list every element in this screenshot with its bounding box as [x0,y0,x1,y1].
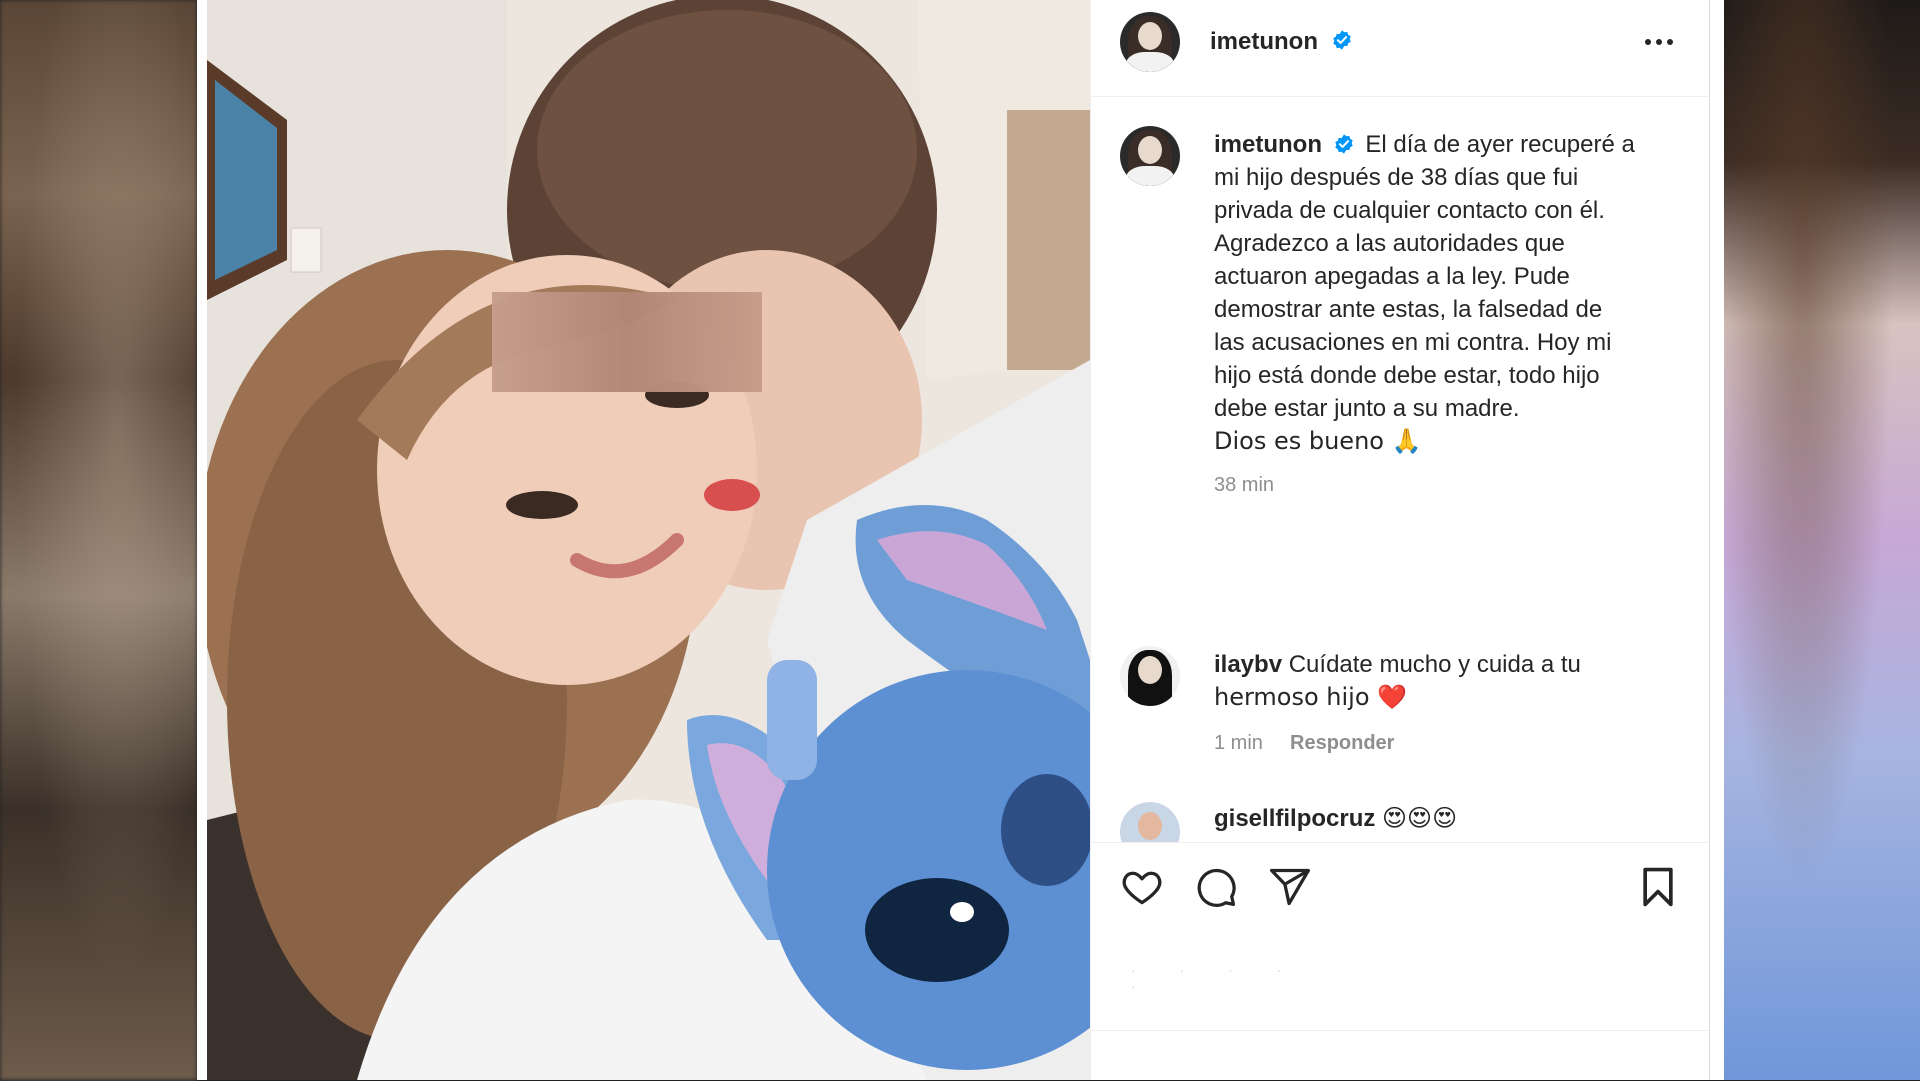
caption-username[interactable]: imetunon [1214,131,1322,158]
caption-line-3: privada de cualquier contacto con él. [1214,197,1605,224]
comment-timestamp[interactable]: 1 min [1214,732,1263,755]
author-avatar[interactable] [1120,12,1180,72]
post-action-bar [1091,842,1709,927]
caption-line-10: Dios es bueno 🙏 [1214,427,1422,455]
verified-badge-icon [1333,30,1351,50]
caption-line-8: hijo está donde debe estar, todo hijo [1214,362,1600,389]
post-header: imetunon [1091,0,1709,97]
comment-icon[interactable] [1194,865,1238,909]
caption-line-4: Agradezco a las autoridades que [1214,230,1565,257]
caption-line-2: mi hijo después de 38 días que fui [1214,164,1579,191]
more-options-icon[interactable] [1639,30,1679,54]
caption-line-1: El día de ayer recuperé a [1365,131,1635,158]
blurred-background-right [1724,0,1920,1080]
comments-list: ilaybv Cuídate mucho y cuida a tu hermos… [1091,620,1709,842]
post-photo [207,0,1090,1080]
post-caption: imetunon El día de ayer recuperé a mi hi… [1214,128,1679,458]
author-username[interactable]: imetunon [1210,28,1318,56]
caption-line-6: demostrar ante estas, la falsedad de [1214,296,1603,323]
likes-placeholder: · · · · · [1131,962,1302,994]
caption-verified-badge-icon [1334,134,1353,154]
comment-body: ilaybv Cuídate mucho y cuida a tu hermos… [1214,648,1679,714]
add-comment-bar[interactable] [1091,1030,1709,1081]
comment-username[interactable]: gisellfilpocruz [1214,805,1375,832]
caption-line-7: las acusaciones en mi contra. Hoy mi [1214,329,1612,356]
post-timestamp[interactable]: 38 min [1214,474,1274,497]
bookmark-icon[interactable] [1636,865,1680,909]
send-icon[interactable] [1268,865,1312,909]
blurred-background-left [0,0,197,1080]
selfie-photo-illustration [207,0,1090,1080]
caption-line-5: actuaron apegadas a la ley. Pude [1214,263,1570,290]
commenter-avatar[interactable] [1120,646,1180,706]
comment-username[interactable]: ilaybv [1214,651,1282,678]
commenter-avatar[interactable] [1120,802,1180,842]
comment-text-line2: hermoso hijo ❤️ [1214,683,1408,711]
heart-icon[interactable] [1120,865,1164,909]
post-details-panel: imetunon imetunon El día de ayer recuper… [1090,0,1710,1080]
comment-text: 😍😍😍 [1382,804,1458,832]
reply-button[interactable]: Responder [1290,732,1394,755]
comment-body: gisellfilpocruz 😍😍😍 [1214,802,1679,835]
comment-text: Cuídate mucho y cuida a tu [1288,651,1581,678]
caption-line-9: debe estar junto a su madre. [1214,395,1520,422]
caption-author-avatar[interactable] [1120,126,1180,186]
